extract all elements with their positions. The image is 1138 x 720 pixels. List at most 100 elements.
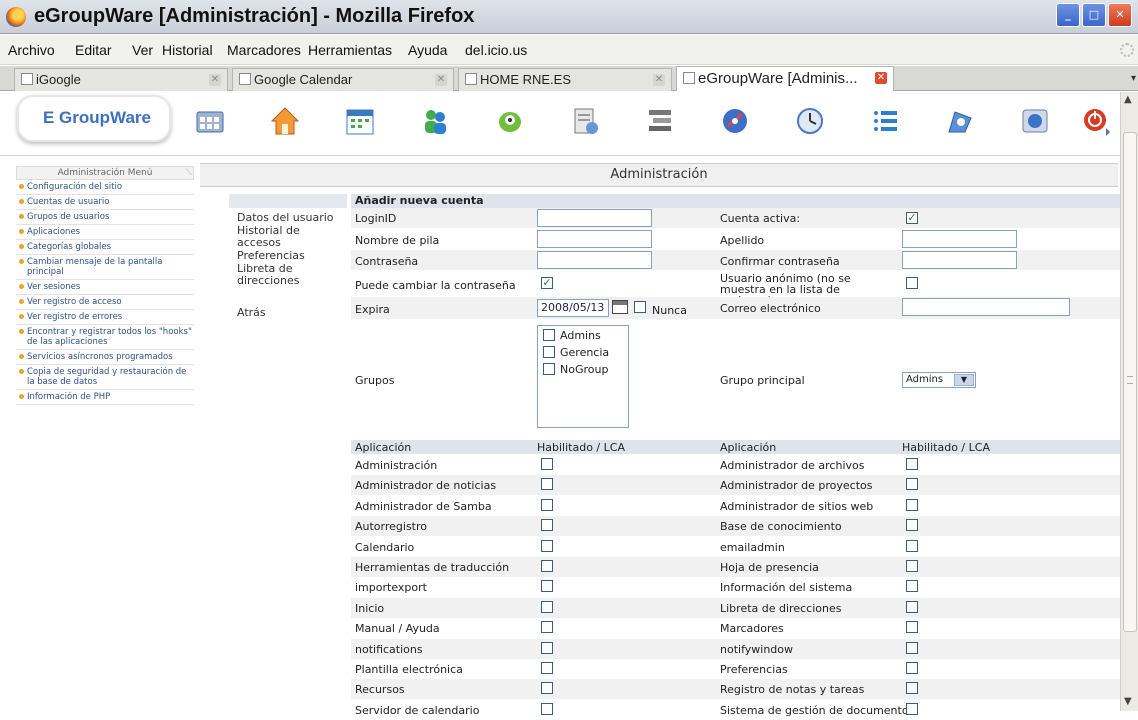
chevron-down-icon[interactable]: ▼ [954, 374, 974, 386]
subnav-back[interactable]: Atrás [229, 307, 347, 319]
addressbook-icon[interactable] [420, 106, 450, 136]
menu-delicious[interactable]: del.icio.us [465, 42, 527, 58]
menu-marcadores[interactable]: Marcadores [227, 42, 301, 58]
admin-menu-item[interactable]: Encontrar y registrar todos los "hooks" … [16, 325, 194, 350]
app-enabled-checkbox[interactable] [906, 641, 918, 654]
admin-menu-item[interactable]: Copia de seguridad y restauración de la … [16, 365, 194, 390]
can-change-password-checkbox[interactable]: ✓ [541, 277, 553, 289]
browser-icon[interactable] [1020, 106, 1050, 136]
groups-list[interactable]: Admins Gerencia NoGroup [537, 325, 629, 428]
scroll-up-arrow-icon[interactable]: ▲ [1124, 94, 1132, 105]
tab-close-icon[interactable]: ✕ [875, 72, 887, 84]
group-checkbox[interactable] [543, 329, 555, 341]
close-window-button[interactable]: ✕ [1108, 3, 1132, 27]
egroupware-logo[interactable]: E GroupWare [17, 95, 171, 142]
app-enabled-checkbox[interactable] [541, 600, 553, 613]
lastname-input[interactable] [902, 230, 1017, 248]
subnav-addressbook[interactable]: Libreta de direcciones [229, 263, 309, 287]
menu-archivo[interactable]: Archivo [8, 42, 55, 58]
menu-herramientas[interactable]: Herramientas [308, 42, 392, 58]
bookmarks-icon[interactable] [720, 106, 750, 136]
filemanager-icon[interactable] [645, 106, 675, 136]
app-enabled-checkbox[interactable] [541, 539, 553, 552]
app-enabled-checkbox[interactable] [541, 478, 553, 491]
admin-menu-item[interactable]: Ver registro de acceso [16, 295, 194, 310]
tab-google-calendar[interactable]: Google Calendar ✕ [232, 68, 454, 91]
app-enabled-checkbox[interactable] [541, 682, 553, 695]
app-enabled-checkbox[interactable] [906, 702, 918, 715]
admin-menu-item[interactable]: Ver sesiones [16, 280, 194, 295]
app-enabled-checkbox[interactable] [906, 458, 918, 470]
knowledge-icon[interactable] [945, 106, 975, 136]
admin-icon[interactable] [195, 106, 225, 136]
subnav-access-history[interactable]: Historial de accesos [229, 225, 347, 249]
tab-close-icon[interactable]: ✕ [653, 74, 665, 86]
never-expires-checkbox[interactable] [634, 301, 646, 313]
app-enabled-checkbox[interactable] [541, 560, 553, 572]
menu-ayuda[interactable]: Ayuda [408, 42, 447, 58]
app-enabled-checkbox[interactable] [906, 498, 918, 511]
group-item[interactable]: Admins [538, 326, 628, 343]
menu-collapse-icon[interactable]: ⟍ [186, 167, 192, 179]
app-enabled-checkbox[interactable] [541, 458, 553, 470]
menu-historial[interactable]: Historial [162, 42, 213, 58]
minimize-button[interactable]: _ [1056, 3, 1080, 27]
app-enabled-checkbox[interactable] [906, 519, 918, 532]
admin-menu-item[interactable]: Ver registro de errores [16, 310, 194, 325]
app-enabled-checkbox[interactable] [541, 621, 553, 634]
app-enabled-checkbox[interactable] [541, 641, 553, 654]
scrollbar-thumb[interactable] [1123, 132, 1137, 632]
group-item[interactable]: Gerencia [538, 343, 628, 360]
tab-close-icon[interactable]: ✕ [435, 74, 447, 86]
projects-icon[interactable] [570, 106, 600, 136]
menu-editar[interactable]: Editar [75, 42, 112, 58]
password-confirm-input[interactable] [902, 251, 1017, 269]
firstname-input[interactable] [537, 230, 652, 248]
admin-menu-item[interactable]: Grupos de usuarios [16, 210, 194, 225]
wiki-icon[interactable] [870, 106, 900, 136]
admin-menu-item[interactable]: Cuentas de usuario [16, 195, 194, 210]
logout-icon[interactable] [1082, 106, 1112, 136]
admin-menu-item[interactable]: Información de PHP [16, 390, 194, 405]
subnav-user-data[interactable]: Datos del usuario [229, 212, 347, 224]
email-input[interactable] [902, 298, 1070, 316]
calendar-icon[interactable] [345, 106, 375, 136]
page-scrollbar[interactable]: ▲ ▼ [1120, 92, 1138, 711]
app-enabled-checkbox[interactable] [541, 519, 553, 532]
admin-menu-item[interactable]: Categorías globales [16, 240, 194, 255]
group-item[interactable]: NoGroup [538, 360, 628, 377]
expires-input[interactable]: 2008/05/13 [537, 299, 609, 317]
group-checkbox[interactable] [543, 346, 555, 358]
home-icon[interactable] [270, 106, 300, 136]
date-picker-icon[interactable] [612, 300, 628, 314]
group-checkbox[interactable] [543, 363, 555, 375]
app-enabled-checkbox[interactable] [541, 580, 553, 593]
tab-close-icon[interactable]: ✕ [209, 74, 221, 86]
tab-igoogle[interactable]: iGoogle ✕ [14, 68, 228, 91]
menu-ver[interactable]: Ver [132, 42, 153, 58]
subnav-preferences[interactable]: Preferencias [229, 250, 347, 262]
admin-menu-item[interactable]: Configuración del sitio [16, 180, 194, 195]
app-enabled-checkbox[interactable] [541, 498, 553, 511]
app-enabled-checkbox[interactable] [906, 600, 918, 613]
tab-egroupware[interactable]: eGroupWare [Adminis... ✕ [676, 66, 894, 91]
password-input[interactable] [537, 251, 652, 269]
primary-group-select[interactable]: Admins ▼ [902, 372, 976, 388]
app-enabled-checkbox[interactable] [906, 621, 918, 634]
admin-menu-item[interactable]: Cambiar mensaje de la pantalla principal [16, 255, 194, 280]
app-enabled-checkbox[interactable] [906, 682, 918, 695]
admin-menu-item[interactable]: Servicios asíncronos programados [16, 350, 194, 365]
tab-home-rne[interactable]: HOME RNE.ES ✕ [458, 68, 672, 91]
active-checkbox[interactable]: ✓ [906, 212, 918, 224]
maximize-button[interactable]: □ [1082, 3, 1106, 27]
app-enabled-checkbox[interactable] [906, 662, 918, 674]
app-enabled-checkbox[interactable] [906, 478, 918, 491]
app-enabled-checkbox[interactable] [906, 560, 918, 572]
infolog-icon[interactable] [495, 106, 525, 136]
app-enabled-checkbox[interactable] [906, 539, 918, 552]
timesheet-icon[interactable] [795, 106, 825, 136]
app-enabled-checkbox[interactable] [541, 662, 553, 674]
anonymous-checkbox[interactable] [906, 277, 918, 289]
loginid-input[interactable] [537, 209, 652, 227]
tab-list-arrow-icon[interactable]: ▾ [1131, 73, 1136, 84]
